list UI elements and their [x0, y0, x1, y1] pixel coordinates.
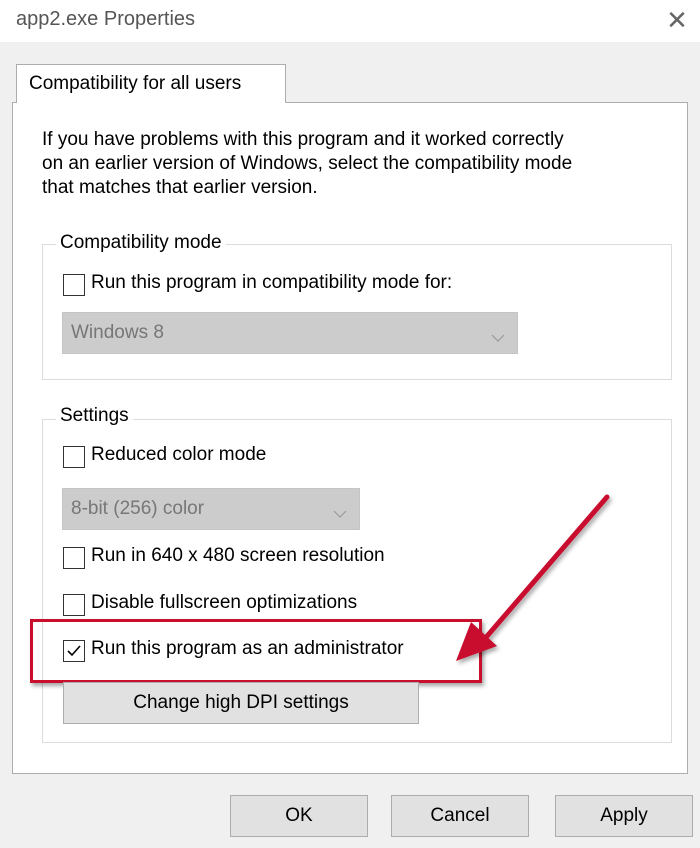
apply-button[interactable]: Apply — [555, 795, 693, 837]
apply-label: Apply — [600, 805, 648, 826]
cancel-button[interactable]: Cancel — [391, 795, 529, 837]
red-arrow-annotation — [456, 494, 610, 661]
tab-label: Compatibility for all users — [29, 73, 242, 94]
ok-button[interactable]: OK — [230, 795, 368, 837]
tab-compatibility-all-users[interactable]: Compatibility for all users — [16, 64, 286, 103]
ok-label: OK — [285, 805, 313, 826]
cancel-label: Cancel — [430, 805, 490, 826]
